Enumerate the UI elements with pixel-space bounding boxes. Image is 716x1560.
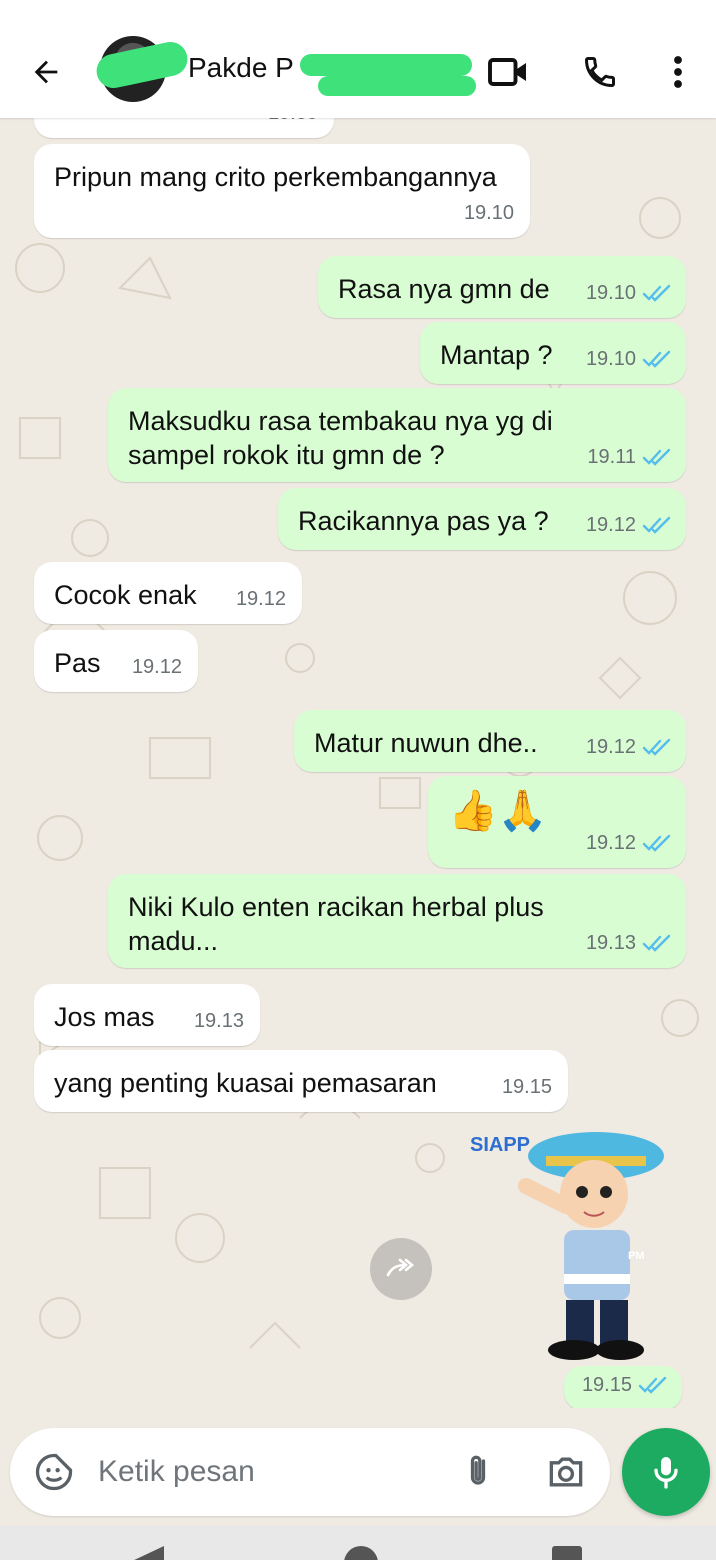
message-time: 19.12 [585,514,636,536]
sticker-emoji-icon [35,1453,73,1491]
nav-home-icon[interactable] [344,1546,378,1560]
message-text: Pas [54,648,101,678]
message-meta: 19.12 [586,508,672,542]
message-time: 19.12 [131,656,182,678]
incoming-message[interactable]: Pripun mang crito perkembangannya 19.10 [34,144,530,238]
incoming-message[interactable]: Pas 19.12 [34,630,198,692]
contact-name[interactable]: Pakde P [188,52,308,84]
message-meta: 19.15 [582,1368,668,1402]
message-time: 19.12 [585,736,636,758]
attach-button[interactable] [456,1450,500,1494]
message-meta: 19.12 [586,826,672,860]
microphone-icon [654,1457,678,1489]
message-time: 19.15 [581,1374,632,1396]
sticker-message[interactable]: SIAPP PM [466,1126,676,1366]
message-text: Mantap ? [440,340,553,370]
redaction-mark [300,54,472,76]
message-time: 19.12 [585,832,636,854]
voice-record-button[interactable] [622,1428,710,1516]
message-meta: 19.15 [502,1070,552,1104]
emoji-sticker-button[interactable] [32,1450,76,1494]
read-receipt-icon [642,516,671,534]
composer-pill [10,1428,610,1516]
outgoing-message[interactable]: 👍🙏 19.12 [428,776,686,868]
message-text: Pripun mang crito perkembangannya [54,162,497,192]
nav-back-icon[interactable] [130,1546,164,1560]
read-receipt-icon [642,834,671,852]
message-time: 19.15 [501,1076,552,1098]
message-text: Cocok enak [54,580,197,610]
outgoing-message[interactable]: Niki Kulo enten racikan herbal plus madu… [108,874,686,968]
message-meta: 19.12 [586,730,672,764]
message-meta: 19.10 [464,196,514,230]
outgoing-message[interactable]: Matur nuwun dhe.. 19.12 [294,710,686,772]
chat-header: Pakde P [0,20,716,118]
message-meta: 19.11 [587,440,672,474]
message-time: 19.13 [193,1010,244,1032]
message-meta: 19.12 [236,582,286,616]
read-receipt-icon [642,350,671,368]
message-input[interactable] [96,1446,440,1498]
voice-call-button[interactable] [576,50,624,94]
more-options-button[interactable] [656,50,700,94]
forward-arrows-icon [386,1258,415,1277]
paperclip-icon [470,1455,486,1485]
outgoing-message[interactable]: Rasa nya gmn de 19.10 [318,256,686,318]
incoming-message[interactable]: Cocok enak 19.12 [34,562,302,624]
status-bar [0,0,716,20]
message-list: 19.09 Pripun mang crito perkembangannya 19… [0,118,716,1408]
message-meta: 19.09 [268,118,318,130]
outgoing-message[interactable]: Racikannya pas ya ? 19.12 [278,488,686,550]
redaction-mark [318,76,476,96]
back-button[interactable] [24,50,68,94]
incoming-message[interactable]: 19.09 [34,118,334,138]
message-meta: 19.13 [586,926,672,960]
message-text: yang penting kuasai pemasaran [54,1068,437,1098]
read-receipt-icon [642,448,671,466]
message-text: Maksudku rasa tembakau nya yg di sampel … [128,406,553,470]
composer-bar [0,1408,716,1526]
nav-recents-icon[interactable] [552,1546,582,1560]
camera-icon [549,1457,583,1487]
video-call-button[interactable] [484,50,532,94]
message-time: 19.11 [587,446,636,468]
message-text: Matur nuwun dhe.. [314,728,538,758]
more-vert-icon [674,56,682,88]
message-meta: 19.12 [132,650,182,684]
message-time: 19.10 [585,282,636,304]
system-nav-bar [0,1526,716,1560]
outgoing-message[interactable]: Maksudku rasa tembakau nya yg di sampel … [108,388,686,482]
message-time: 19.10 [463,202,514,224]
message-text: Jos mas [54,1002,155,1032]
message-time: 19.09 [268,118,318,130]
sticker-badge-label: PM [628,1250,645,1262]
arrow-left-icon [34,60,58,84]
outgoing-message[interactable]: Mantap ? 19.10 [420,322,686,384]
incoming-message[interactable]: Jos mas 19.13 [34,984,260,1046]
sticker-time-chip[interactable]: 19.15 [564,1366,682,1408]
message-time: 19.10 [585,348,636,370]
forward-button[interactable] [370,1238,432,1300]
message-text: 👍🙏 [448,789,548,833]
message-text: Niki Kulo enten racikan herbal plus madu… [128,892,544,956]
message-time: 19.12 [235,588,286,610]
read-receipt-icon [642,738,671,756]
message-meta: 19.10 [586,342,672,376]
video-call-icon [488,58,526,86]
saluting-police-sticker [518,1132,664,1360]
message-text: Racikannya pas ya ? [298,506,549,536]
sticker-label: SIAPP [470,1134,531,1156]
camera-button[interactable] [544,1450,592,1494]
message-text: Rasa nya gmn de [338,274,550,304]
phone-icon [584,57,615,88]
message-meta: 19.10 [586,276,672,310]
message-time: 19.13 [585,932,636,954]
read-receipt-icon [642,284,671,302]
message-meta: 19.13 [194,1004,244,1038]
read-receipt-icon [642,934,671,952]
incoming-message[interactable]: yang penting kuasai pemasaran 19.15 [34,1050,568,1112]
read-receipt-icon [638,1376,667,1394]
